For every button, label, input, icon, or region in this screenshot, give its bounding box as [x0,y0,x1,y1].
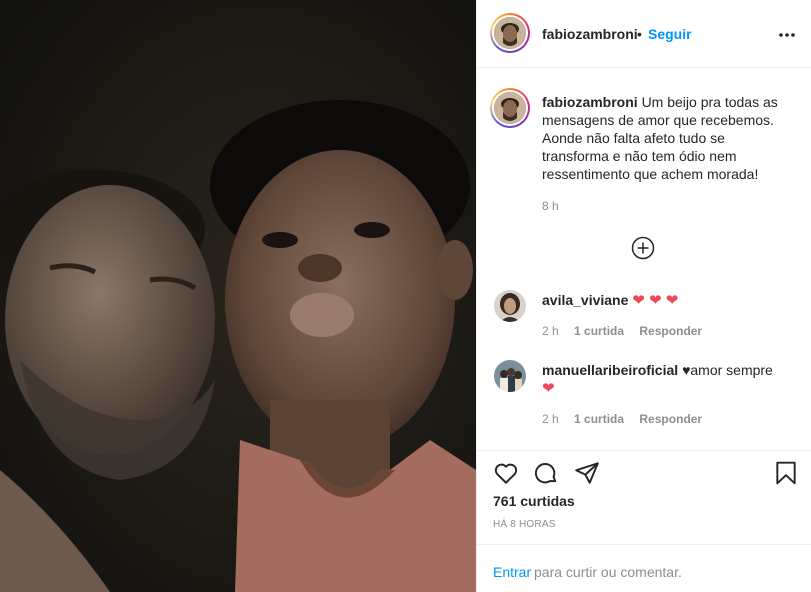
reply-button[interactable]: Responder [639,412,702,426]
caption-avatar[interactable] [490,88,530,128]
caption-time[interactable]: 8 h [542,199,559,213]
comment-meta: 2 h 1 curtida Responder [542,324,702,338]
comment-time[interactable]: 2 h [542,324,559,338]
post-details-panel: fabiozambroni • Seguir fabiozambroni Um … [476,0,811,592]
more-options-icon[interactable] [777,25,797,45]
separator-dot: • [637,26,642,42]
post-image [0,0,476,592]
likes-count[interactable]: 761 curtidas [493,493,575,509]
bookmark-icon[interactable] [773,460,799,486]
comment-likes[interactable]: 1 curtida [574,324,624,338]
post-timestamp[interactable]: HÁ 8 HORAS [493,519,556,530]
heart-emoji: ❤ [542,380,555,397]
comment-username[interactable]: avila_viviane [542,292,628,308]
comment-time[interactable]: 2 h [542,412,559,426]
author-avatar[interactable] [490,13,530,53]
author-username[interactable]: fabiozambroni [542,26,638,42]
divider [477,450,811,451]
avatar-image [494,92,526,124]
follow-button[interactable]: Seguir [648,26,692,42]
share-icon[interactable] [574,460,600,486]
avatar-image [494,17,526,49]
comment-meta: 2 h 1 curtida Responder [542,412,702,426]
comment-likes[interactable]: 1 curtida [574,412,624,426]
comment-username[interactable]: manuellaribeiroficial [542,362,678,378]
reply-button[interactable]: Responder [639,324,702,338]
comment-icon[interactable] [533,460,559,486]
comment-item: manuellaribeiroficial ♥amor sempre ❤ [542,361,792,398]
login-link[interactable]: Entrar [493,564,531,580]
heart-icon[interactable] [493,460,519,486]
add-circle-icon[interactable] [631,236,655,260]
login-prompt: para curtir ou comentar. [534,564,682,580]
heart-emoji: ❤ ❤ ❤ [632,292,679,309]
post-header: fabiozambroni • Seguir [477,0,811,68]
comment-text: ♥amor sempre [682,362,773,378]
post-photo[interactable] [0,0,476,592]
comment-login-bar: Entrar para curtir ou comentar. [477,544,811,592]
post-caption: fabiozambroni Um beijo pra todas as mens… [542,93,792,183]
commenter-avatar[interactable] [494,290,526,322]
caption-username[interactable]: fabiozambroni [542,94,638,110]
comment-item: avila_viviane ❤ ❤ ❤ [542,291,792,310]
commenter-avatar[interactable] [494,360,526,392]
